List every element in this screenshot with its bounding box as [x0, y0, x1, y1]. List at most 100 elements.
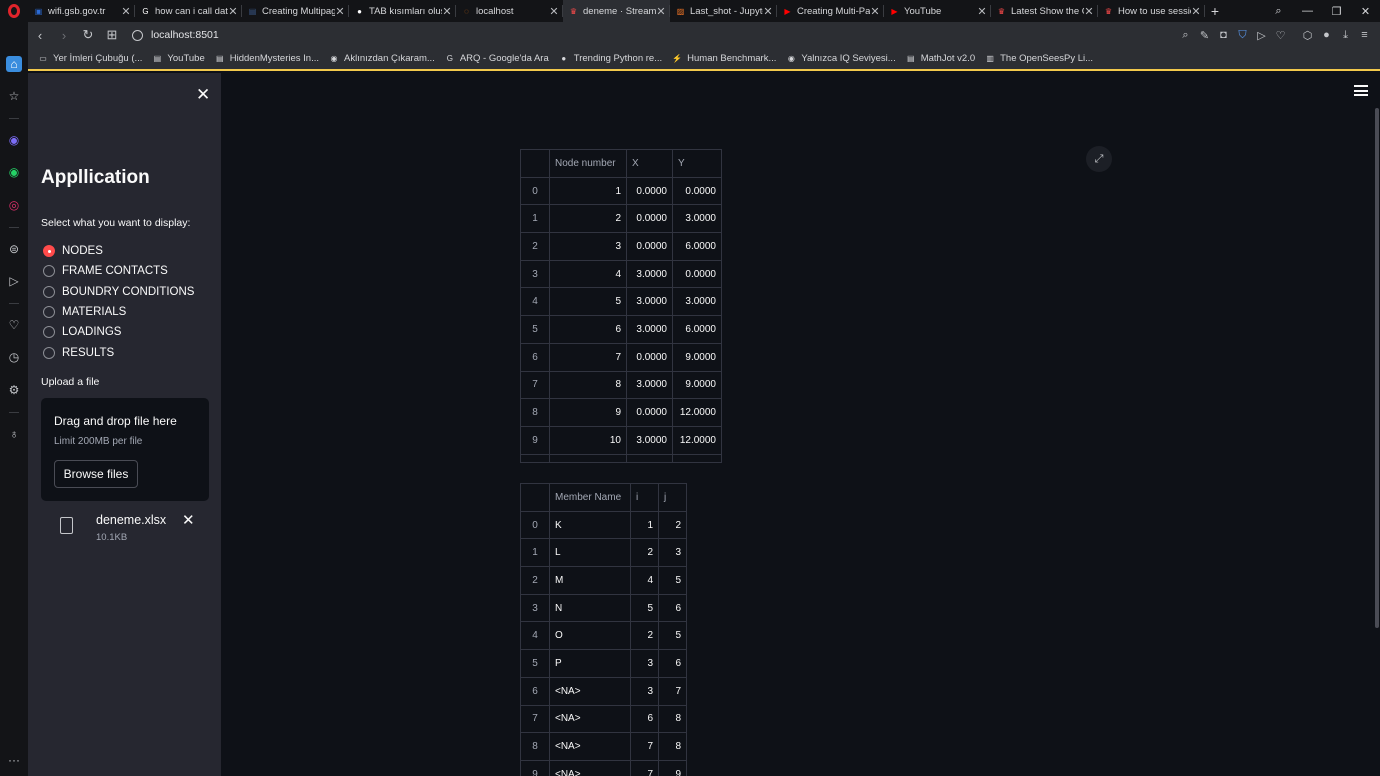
radio-option[interactable]: MATERIALS: [43, 302, 194, 322]
table-cell[interactable]: 3: [658, 538, 687, 568]
table-cell[interactable]: 6.0000: [672, 232, 722, 261]
radio-circle-icon[interactable]: [43, 326, 55, 339]
table-row[interactable]: 6 <NA> 3 7: [520, 676, 687, 706]
table-cell[interactable]: 3.0000: [626, 425, 673, 455]
table-row[interactable]: 5 6 3.0000 6.0000: [520, 315, 722, 344]
minimize-button[interactable]: —: [1293, 5, 1322, 17]
table-cell[interactable]: <NA>: [549, 676, 631, 706]
table-cell[interactable]: <NA>: [549, 759, 631, 776]
table-cell[interactable]: 0.0000: [626, 232, 673, 261]
table-row[interactable]: 5P36: [520, 649, 687, 678]
table-cell[interactable]: 6.0000: [672, 315, 722, 344]
browser-tab[interactable]: ▶ YouTube ✕: [884, 0, 991, 22]
search-tabs-icon[interactable]: ⌕: [1264, 5, 1293, 18]
table-cell[interactable]: 6: [658, 649, 687, 678]
browser-tab[interactable]: Ghow can i call dat ✕: [135, 0, 242, 22]
browser-tab[interactable]: ▨ Last_shot - Jupyte ✕: [670, 0, 777, 22]
row-index[interactable]: 2: [520, 566, 550, 595]
close-sidebar-icon[interactable]: ✕: [196, 85, 210, 105]
browser-tab[interactable]: ● TAB kısımları oluş ✕: [349, 0, 456, 22]
bookmark-item[interactable]: ▭ Yer İmleri Çubuğu (...: [38, 53, 142, 64]
browser-tab[interactable]: ◌ localhost ✕: [456, 0, 563, 22]
maximize-button[interactable]: ❐: [1322, 5, 1351, 18]
profile-icon[interactable]: ●: [1317, 29, 1336, 41]
table-cell[interactable]: 9.0000: [672, 370, 722, 400]
table-cell[interactable]: 9: [549, 398, 627, 427]
table-cell[interactable]: 1: [549, 176, 627, 206]
table-cell[interactable]: 0.0000: [626, 398, 673, 427]
table-cell[interactable]: 8: [658, 732, 687, 761]
table-row[interactable]: 3N56: [520, 593, 687, 623]
row-index[interactable]: 8: [520, 732, 550, 761]
close-tab-icon[interactable]: ✕: [1191, 5, 1201, 18]
row-index[interactable]: 0: [520, 510, 550, 540]
table-row[interactable]: 4O25: [520, 621, 687, 651]
table-row[interactable]: 2M45: [520, 566, 687, 595]
download-icon[interactable]: ⤓: [1336, 29, 1355, 42]
table-cell[interactable]: M: [549, 566, 631, 595]
easy-setup-icon[interactable]: ≡: [1355, 29, 1374, 41]
table-row[interactable]: 6 7 0.0000 9.0000: [520, 342, 722, 372]
row-index[interactable]: 7: [520, 704, 550, 734]
radio-option[interactable]: LOADINGS: [43, 322, 194, 342]
back-button[interactable]: ‹: [28, 28, 52, 43]
bookmark-item[interactable]: ▤ MathJot v2.0: [906, 53, 975, 64]
table-cell[interactable]: 5: [549, 287, 627, 317]
forward-button[interactable]: ›: [52, 28, 76, 43]
history-icon[interactable]: ◷: [6, 349, 22, 365]
table-cell[interactable]: 4: [549, 259, 627, 289]
lightbulb-icon[interactable]: ♁: [6, 426, 22, 442]
fullscreen-icon[interactable]: ⤢: [1086, 146, 1112, 172]
row-index[interactable]: 1: [520, 538, 550, 568]
table-cell[interactable]: 2: [549, 204, 627, 234]
remove-file-icon[interactable]: ✕: [182, 511, 195, 529]
table-cell[interactable]: 1: [630, 510, 659, 540]
table-row[interactable]: 0K12: [520, 510, 687, 540]
table-cell[interactable]: 8: [658, 704, 687, 734]
table-cell[interactable]: 12.0000: [672, 398, 722, 427]
more-icon[interactable]: ···: [6, 752, 22, 768]
url-field[interactable]: localhost:8501: [151, 29, 219, 41]
main-menu-icon[interactable]: [1354, 85, 1368, 97]
table-cell[interactable]: 0.0000: [626, 342, 673, 372]
table-cell[interactable]: 8: [549, 370, 627, 400]
close-tab-icon[interactable]: ✕: [228, 5, 238, 18]
column-header[interactable]: Node number: [549, 149, 627, 178]
bookmark-item[interactable]: ◉ Aklınızdan Çıkaram...: [329, 53, 435, 64]
close-tab-icon[interactable]: ✕: [442, 5, 452, 18]
zoom-icon[interactable]: ⌕: [1176, 29, 1195, 42]
main-scrollbar[interactable]: [1375, 108, 1379, 628]
radio-option[interactable]: BOUNDRY CONDITIONS: [43, 282, 194, 302]
row-index[interactable]: 0: [520, 176, 550, 206]
close-tab-icon[interactable]: ✕: [870, 5, 880, 18]
row-index[interactable]: 7: [520, 370, 550, 400]
table-row[interactable]: 8 9 0.0000 12.0000: [520, 398, 722, 427]
radio-circle-icon[interactable]: [43, 285, 55, 298]
shield-icon[interactable]: ⛉: [1233, 29, 1252, 42]
table-cell[interactable]: 3.0000: [626, 315, 673, 344]
table-cell[interactable]: 3.0000: [626, 370, 673, 400]
browser-tab[interactable]: ♛ Latest Show the C ✕: [991, 0, 1098, 22]
row-index[interactable]: 6: [520, 342, 550, 372]
close-tab-icon[interactable]: ✕: [549, 5, 559, 18]
members-dataframe[interactable]: Member Name i j 0 K 1 2 1 L 2 3 2 M 4 5 3 N 5 6 4 O 2 5 5 P 3 6 6 <N…: [520, 483, 687, 776]
table-cell[interactable]: 10: [549, 425, 627, 455]
table-row[interactable]: 9 10 3.0000 12.0000: [520, 425, 722, 455]
bookmark-item[interactable]: ▤ YouTube: [152, 53, 205, 64]
close-tab-icon[interactable]: ✕: [656, 5, 666, 18]
settings-gear-icon[interactable]: ⚙: [6, 382, 22, 398]
close-tab-icon[interactable]: ✕: [763, 5, 773, 18]
radio-option[interactable]: RESULTS: [43, 342, 194, 362]
row-index[interactable]: 5: [520, 315, 550, 344]
column-header[interactable]: [520, 483, 550, 512]
radio-circle-icon[interactable]: [43, 346, 55, 359]
whatsapp-icon[interactable]: ◉: [6, 164, 22, 180]
column-header[interactable]: X: [626, 149, 673, 178]
table-row[interactable]: 3 4 3.0000 0.0000: [520, 259, 722, 289]
table-cell[interactable]: 3.0000: [672, 204, 722, 234]
row-index[interactable]: 9: [520, 759, 550, 776]
table-row[interactable]: 8 <NA> 7 8: [520, 732, 687, 761]
bookmark-item[interactable]: ▤ HiddenMysteries In...: [215, 53, 319, 64]
messenger-icon[interactable]: ◉: [6, 132, 22, 148]
row-index[interactable]: 3: [520, 593, 550, 623]
